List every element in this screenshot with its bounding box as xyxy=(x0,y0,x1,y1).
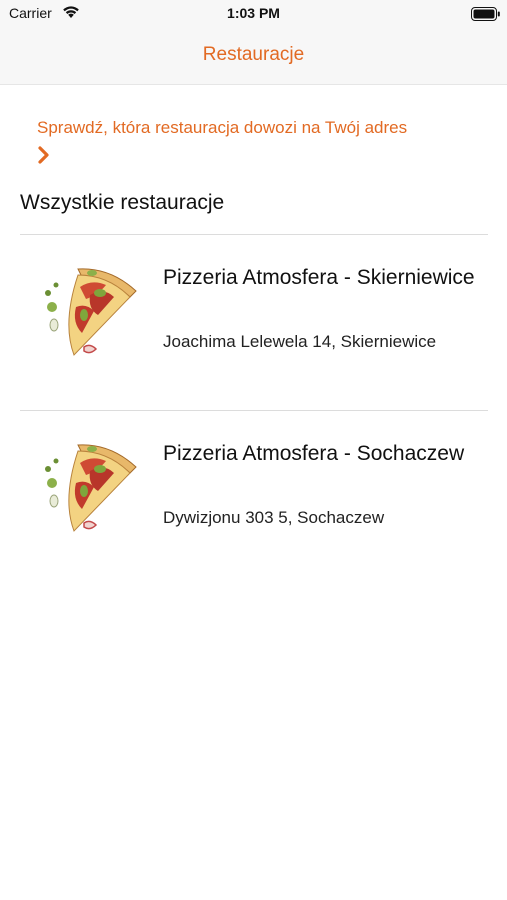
status-time: 1:03 PM xyxy=(227,5,280,21)
restaurant-address: Joachima Lelewela 14, Skierniewice xyxy=(163,332,437,351)
page-title: Restauracje xyxy=(202,44,305,65)
section-title: Wszystkie restauracje xyxy=(20,191,225,214)
status-bar: Carrier 1:03 PM xyxy=(0,0,507,28)
battery-icon xyxy=(471,7,500,21)
check-delivery-text: Sprawdź, która restauracja dowozi na Twó… xyxy=(37,118,408,137)
pizza-slice-image xyxy=(45,268,137,356)
restaurant-row-skierniewice[interactable]: Pizzeria Atmosfera - Skierniewice Joachi… xyxy=(0,235,507,410)
pizza-slice-image xyxy=(45,444,137,532)
navigation-bar: Restauracje xyxy=(0,28,507,85)
restaurant-name: Pizzeria Atmosfera - Sochaczew xyxy=(163,442,465,465)
chevron-right-icon xyxy=(38,146,49,164)
restaurant-address: Dywizjonu 303 5, Sochaczew xyxy=(163,508,385,527)
restaurant-row-sochaczew[interactable]: Pizzeria Atmosfera - Sochaczew Dywizjonu… xyxy=(0,411,507,546)
restaurant-name: Pizzeria Atmosfera - Skierniewice xyxy=(163,266,475,289)
check-delivery-link[interactable]: Sprawdź, która restauracja dowozi na Twó… xyxy=(37,116,487,164)
